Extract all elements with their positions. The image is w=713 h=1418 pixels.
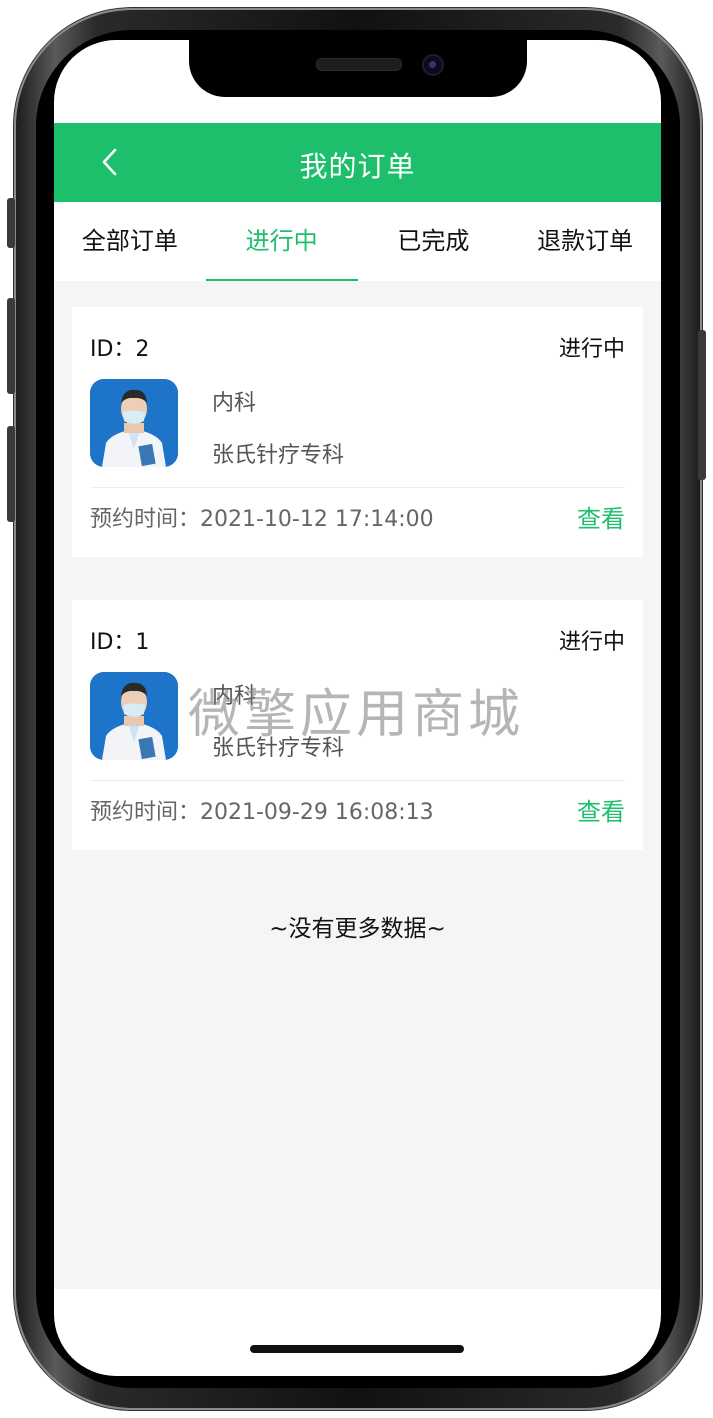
page-title: 我的订单	[299, 150, 416, 183]
order-list: ID：2 进行中 内科 张氏针疗专科 预约时间：2021-10-12 17:14…	[54, 281, 661, 1289]
order-id: ID：2	[90, 337, 150, 362]
order-tabs: 全部订单 进行中 已完成 退款订单	[54, 202, 661, 281]
tab-in-progress[interactable]: 进行中	[205, 202, 358, 281]
appointment-time: 预约时间：2021-10-12 17:14:00	[90, 507, 434, 532]
view-button[interactable]: 查看	[577, 792, 625, 827]
nav-bar: 我的订单	[54, 123, 661, 202]
order-card: ID：2 进行中 内科 张氏针疗专科 预约时间：2021-10-12 17:14…	[72, 307, 643, 557]
order-status: 进行中	[558, 337, 625, 362]
view-button[interactable]: 查看	[577, 499, 625, 534]
phone-screen: 我的订单 全部订单 进行中 已完成 退款订单 ID：2 进行中 内科 张氏针疗专…	[54, 40, 661, 1376]
department-label: 内科	[212, 684, 257, 709]
divider	[90, 487, 625, 488]
notch	[189, 40, 527, 97]
doctor-avatar	[90, 379, 178, 467]
doctor-avatar	[90, 672, 178, 760]
tab-completed[interactable]: 已完成	[358, 202, 510, 281]
order-card: ID：1 进行中 内科 张氏针疗专科 预约时间：2021-09-29 16:08…	[72, 600, 643, 850]
power-button	[698, 330, 706, 480]
no-more-data-text: ~没有更多数据~	[269, 916, 446, 942]
department-label: 内科	[212, 391, 257, 416]
tab-refund-orders[interactable]: 退款订单	[509, 202, 661, 281]
volume-up-button	[7, 298, 15, 394]
tab-all-orders[interactable]: 全部订单	[54, 202, 206, 281]
clinic-name: 张氏针疗专科	[212, 443, 345, 468]
order-id: ID：1	[90, 630, 150, 655]
order-status: 进行中	[558, 630, 625, 655]
speaker-grille	[316, 58, 402, 71]
mute-switch	[7, 198, 15, 248]
volume-down-button	[7, 426, 15, 522]
home-indicator[interactable]	[250, 1345, 464, 1353]
clinic-name: 张氏针疗专科	[212, 736, 345, 761]
divider	[90, 780, 625, 781]
appointment-time: 预约时间：2021-09-29 16:08:13	[90, 800, 434, 825]
front-camera	[422, 54, 444, 76]
